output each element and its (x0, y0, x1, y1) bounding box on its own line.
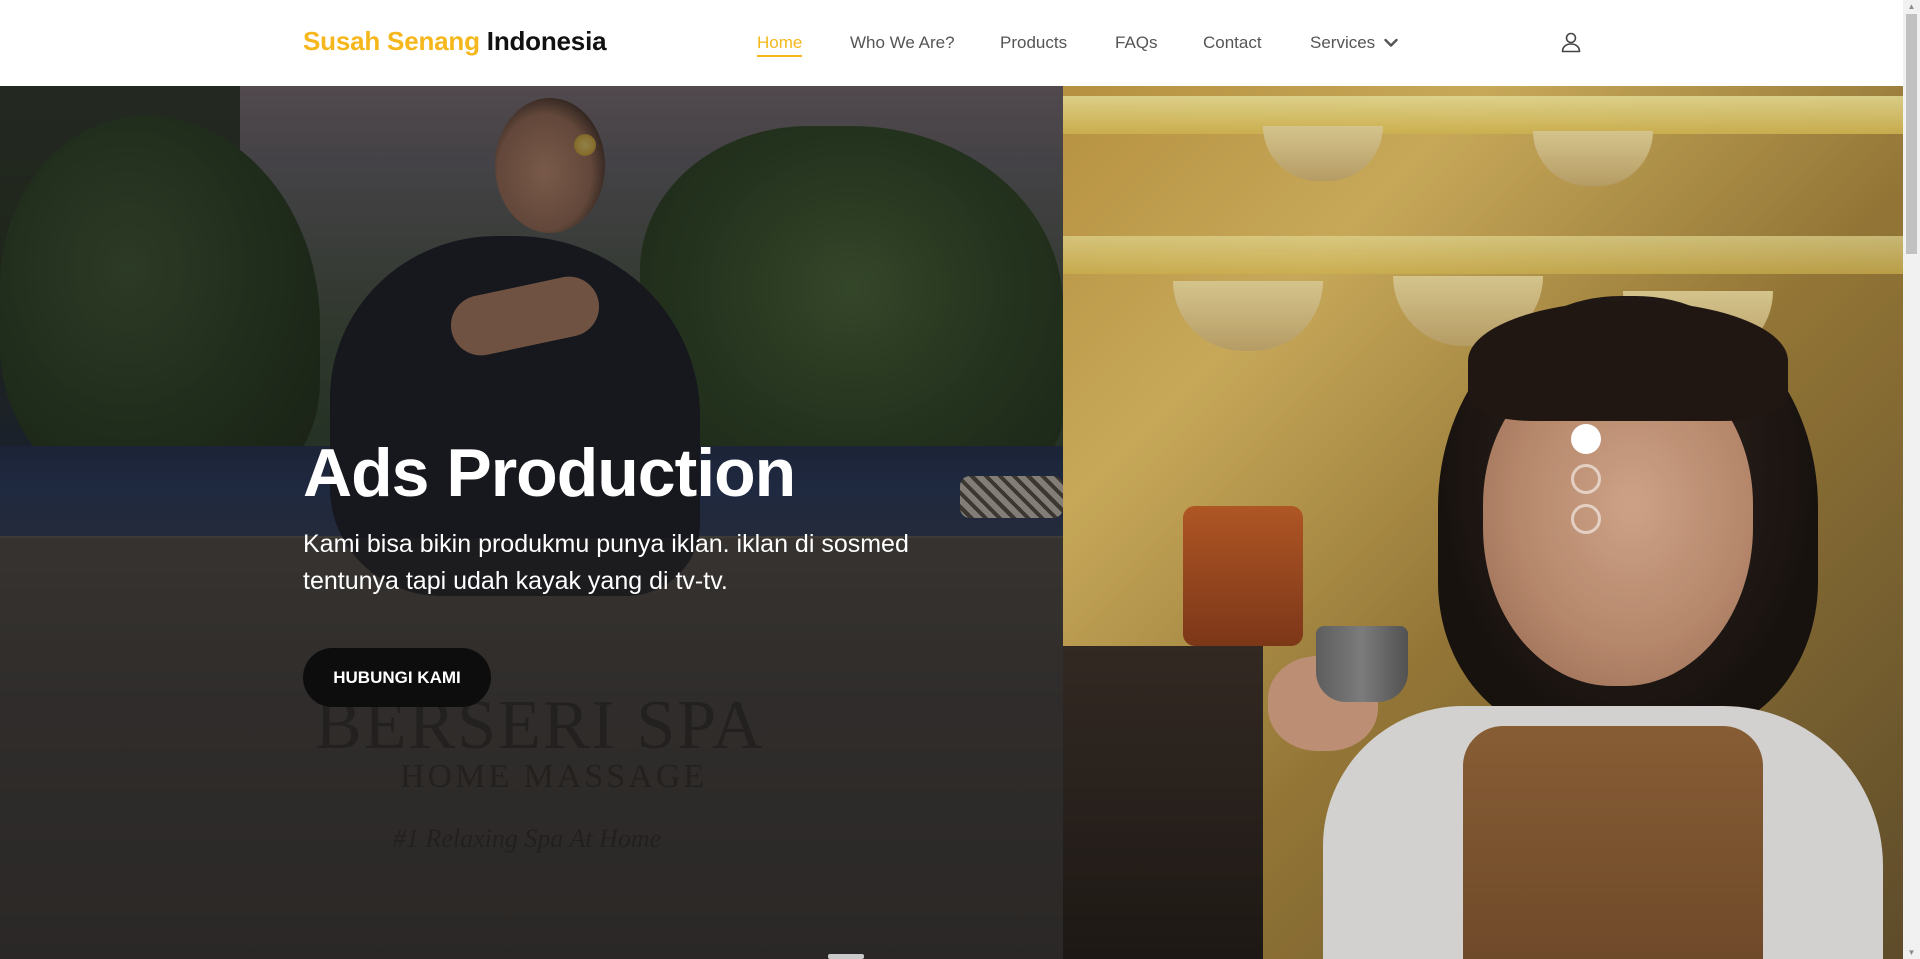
nav-products-label: Products (1000, 33, 1068, 52)
nav-services-label: Services (1310, 33, 1376, 52)
scrollbar-thumb[interactable] (1906, 14, 1917, 254)
nav-products[interactable]: Products (1000, 33, 1067, 53)
nav-contact[interactable]: Contact (1203, 33, 1262, 53)
brand-logo[interactable]: Susah Senang Indonesia (303, 26, 607, 57)
hero-description: Kami bisa bikin produkmu punya iklan. ik… (303, 530, 909, 595)
nav-who-we-are[interactable]: Who We Are? (850, 33, 955, 53)
hero-photo-barista (1063, 86, 1903, 959)
hero-slider: BERSERI SPA HOME MASSAGE #1 Relaxing Spa… (0, 86, 1903, 959)
site-header: Susah Senang Indonesia Home Who We Are? … (0, 0, 1903, 86)
photo-overlay (1063, 86, 1903, 959)
nav-who-we-are-label: Who We Are? (850, 33, 955, 52)
vertical-scrollbar[interactable]: ▲ ▼ (1903, 0, 1920, 959)
slider-dot-3[interactable] (1571, 504, 1601, 534)
nav-services-dropdown[interactable]: Services (1310, 33, 1398, 53)
slider-dot-1[interactable] (1571, 424, 1601, 454)
nav-active-underline (757, 55, 803, 57)
hero-title: Ads Production (303, 435, 796, 511)
slider-dot-2[interactable] (1571, 464, 1601, 494)
nav-contact-label: Contact (1203, 33, 1262, 52)
nav-faqs[interactable]: FAQs (1115, 33, 1158, 53)
scroll-up-arrow-icon[interactable]: ▲ (1907, 2, 1916, 11)
scroll-down-arrow-icon[interactable]: ▼ (1907, 948, 1916, 957)
photo-lower-overlay (0, 538, 1063, 959)
chevron-down-icon (1384, 38, 1398, 47)
nav-home[interactable]: Home (757, 33, 803, 57)
nav-faqs-label: FAQs (1115, 33, 1158, 52)
brand-name-main: Indonesia (486, 26, 607, 56)
horizontal-scroll-indicator (828, 954, 864, 959)
brand-name-accent: Susah Senang (303, 26, 480, 56)
contact-us-button[interactable]: HUBUNGI KAMI (303, 648, 491, 707)
user-icon[interactable] (1559, 30, 1583, 54)
hero-photo-spa: BERSERI SPA HOME MASSAGE #1 Relaxing Spa… (0, 86, 1063, 959)
nav-home-label: Home (757, 33, 803, 52)
